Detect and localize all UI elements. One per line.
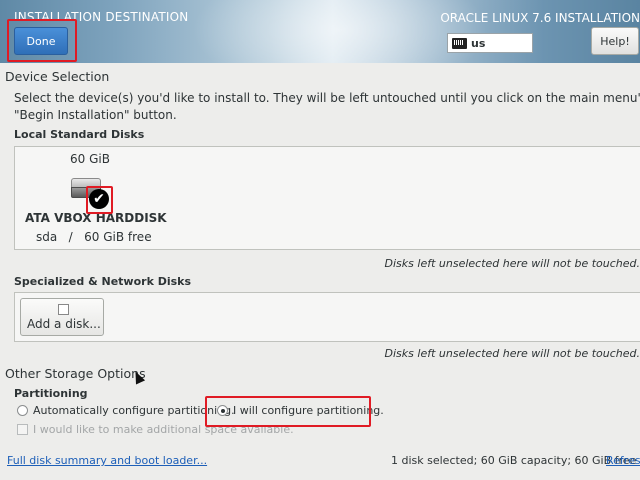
local-disks-title: Local Standard Disks — [14, 128, 145, 141]
spoke-title: INSTALLATION DESTINATION — [14, 10, 189, 24]
local-unselected-note: Disks left unselected here will not be t… — [384, 257, 640, 270]
manual-partition-radio-button[interactable] — [217, 405, 228, 416]
partitioning-title: Partitioning — [14, 387, 88, 400]
specialized-disks-title: Specialized & Network Disks — [14, 275, 192, 288]
keyboard-layout-label: us — [471, 36, 486, 50]
done-button[interactable]: Done — [14, 27, 68, 55]
extra-space-checkbox[interactable]: I would like to make additional space av… — [17, 423, 294, 436]
disk-status-summary: 1 disk selected; 60 GiB capacity; 60 GiB… — [391, 454, 637, 467]
auto-partition-radio-button[interactable] — [17, 405, 28, 416]
extra-space-label: I would like to make additional space av… — [33, 423, 294, 436]
add-disk-label: Add a disk... — [27, 317, 101, 331]
disk-selected-check-icon: ✔ — [89, 189, 109, 209]
manual-partition-label: I will configure partitioning. — [233, 404, 384, 417]
disk-detail: sda / 60 GiB free — [36, 230, 152, 244]
add-disk-button[interactable]: Add a disk... — [20, 298, 104, 336]
refresh-link[interactable]: Refresh... — [606, 454, 640, 467]
keyboard-icon — [452, 37, 467, 49]
disk-size: 60 GiB — [70, 152, 110, 166]
device-selection-description: Select the device(s) you'd like to insta… — [14, 91, 640, 122]
other-storage-title: Other Storage Options — [5, 366, 146, 381]
manual-partition-radio[interactable]: I will configure partitioning. — [217, 404, 384, 417]
network-unselected-note: Disks left unselected here will not be t… — [384, 347, 640, 360]
device-selection-title: Device Selection — [5, 69, 110, 84]
add-disk-icon — [58, 304, 69, 315]
keyboard-layout-indicator[interactable]: us — [447, 33, 533, 53]
network-disks-panel — [14, 292, 640, 342]
disk-name: ATA VBOX HARDDISK — [25, 211, 167, 225]
help-button[interactable]: Help! — [591, 27, 639, 55]
auto-partition-radio[interactable]: Automatically configure partitioning. — [17, 404, 235, 417]
disk-summary-link[interactable]: Full disk summary and boot loader... — [7, 454, 207, 467]
auto-partition-label: Automatically configure partitioning. — [33, 404, 235, 417]
product-title: ORACLE LINUX 7.6 INSTALLATION — [440, 11, 640, 25]
extra-space-checkbox-box[interactable] — [17, 424, 28, 435]
